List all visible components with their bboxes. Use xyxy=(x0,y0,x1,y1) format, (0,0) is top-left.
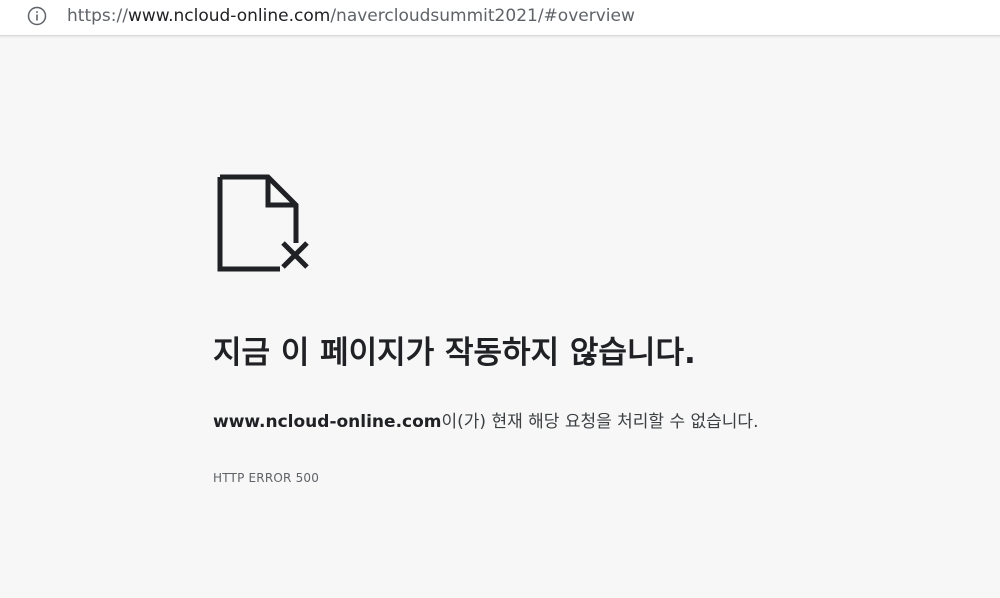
error-headline: 지금 이 페이지가 작동하지 않습니다. xyxy=(213,335,696,371)
url-domain: www.ncloud-online.com xyxy=(127,6,331,26)
error-host: www.ncloud-online.com xyxy=(213,412,442,432)
error-code: HTTP ERROR 500 xyxy=(213,471,320,485)
info-icon[interactable] xyxy=(27,6,47,26)
error-message: www.ncloud-online.com이(가) 현재 해당 요청을 처리할 … xyxy=(213,409,758,435)
error-page: 지금 이 페이지가 작동하지 않습니다. www.ncloud-online.c… xyxy=(0,42,1000,598)
url-path: /navercloudsummit2021/#overview xyxy=(330,6,635,26)
error-message-text: 이(가) 현재 해당 요청을 처리할 수 없습니다. xyxy=(441,412,759,432)
address-bar[interactable]: https://www.ncloud-online.com/navercloud… xyxy=(0,0,1000,36)
broken-page-icon xyxy=(216,173,312,273)
url-text[interactable]: https://www.ncloud-online.com/navercloud… xyxy=(67,5,635,27)
url-prefix: https:// xyxy=(67,6,128,26)
